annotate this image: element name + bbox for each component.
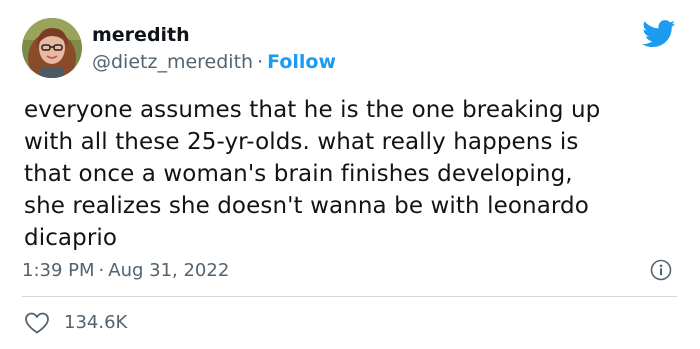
tweet-time[interactable]: 1:39 PM xyxy=(22,260,95,281)
timestamp-separator: · xyxy=(98,260,105,281)
tweet-timestamp[interactable]: 1:39 PM · Aug 31, 2022 xyxy=(22,258,229,284)
twitter-bird-icon[interactable] xyxy=(642,20,676,48)
tweet-text: everyone assumes that he is the one brea… xyxy=(24,97,601,251)
like-count[interactable]: 134.6K xyxy=(64,310,127,336)
tweet-date[interactable]: Aug 31, 2022 xyxy=(108,260,229,281)
avatar-photo xyxy=(22,18,82,78)
avatar[interactable] xyxy=(22,18,82,78)
follow-button[interactable]: Follow xyxy=(267,51,336,73)
author-handle-row: @dietz_meredith · Follow xyxy=(92,49,336,75)
author-handle[interactable]: @dietz_meredith xyxy=(92,51,253,73)
handle-separator: · xyxy=(257,51,264,73)
author-display-name[interactable]: meredith xyxy=(92,22,190,48)
divider xyxy=(22,296,677,297)
info-icon[interactable] xyxy=(650,259,672,281)
heart-icon[interactable] xyxy=(24,311,50,335)
